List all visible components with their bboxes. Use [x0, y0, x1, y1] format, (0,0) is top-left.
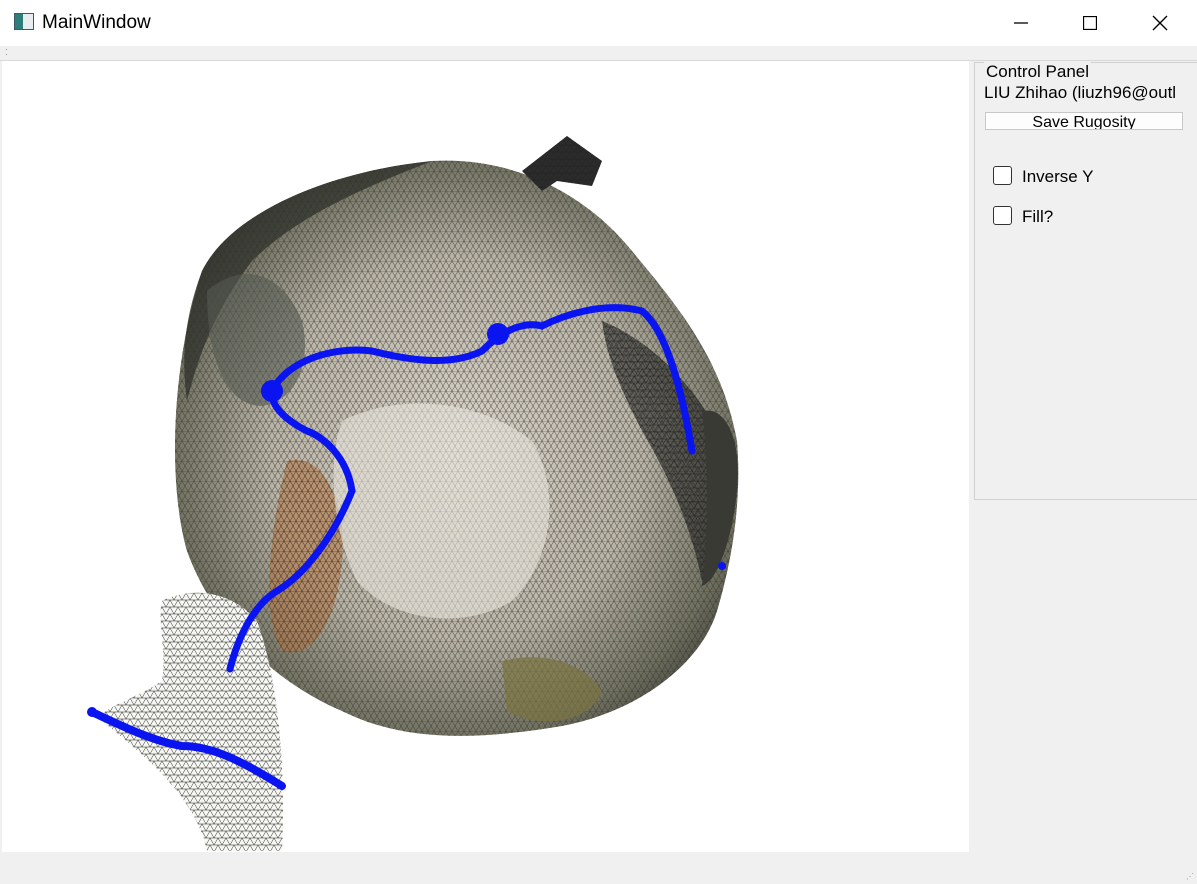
maximize-button[interactable] [1055, 0, 1125, 46]
minimize-icon [1014, 22, 1028, 24]
control-panel-title: Control Panel [984, 62, 1092, 82]
app-icon [14, 13, 34, 30]
toolbar-strip [0, 46, 1197, 61]
inverse-y-checkbox[interactable] [993, 166, 1012, 185]
close-button[interactable] [1125, 0, 1195, 46]
toolbar-grip[interactable]: · · [5, 45, 8, 59]
maximize-icon [1083, 16, 1097, 30]
minimize-button[interactable] [986, 0, 1056, 46]
status-bar [0, 852, 1197, 884]
inverse-y-label: Inverse Y [1022, 167, 1094, 186]
fill-checkbox[interactable] [993, 206, 1012, 225]
author-label: LIU Zhihao (liuzh96@outl [984, 83, 1177, 102]
title-bar: MainWindow [0, 0, 1197, 46]
window-title: MainWindow [42, 12, 151, 33]
mesh-render [87, 136, 739, 851]
save-rugosity-button[interactable]: Save Rugosity [985, 112, 1183, 130]
size-grip-icon[interactable]: ⋰ [1186, 872, 1194, 881]
fill-label: Fill? [1022, 207, 1054, 226]
3d-viewport[interactable] [2, 61, 969, 852]
close-icon [1152, 15, 1168, 31]
